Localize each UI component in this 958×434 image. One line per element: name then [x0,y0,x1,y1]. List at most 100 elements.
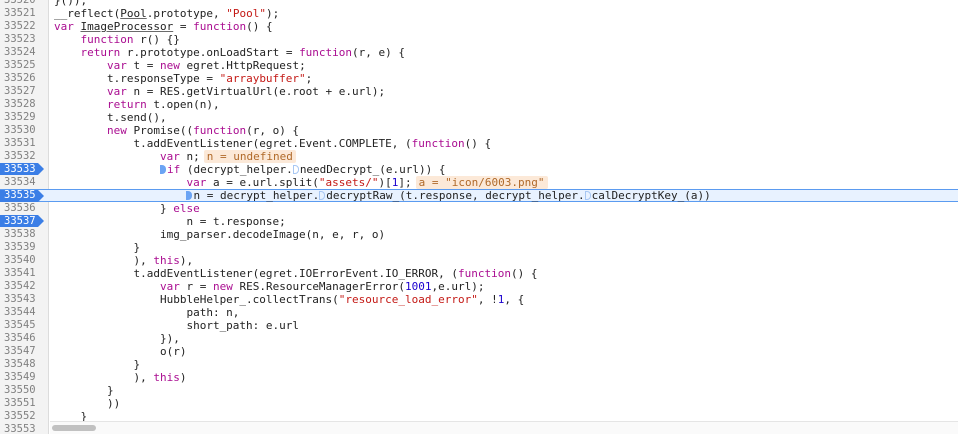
line-number[interactable]: 33550 [0,384,48,397]
code-text: n = decrypt_helper. decryptRaw_(t.respons… [54,190,711,201]
code-token: ), [54,371,154,384]
code-line: 33545 short_path: e.url [0,319,958,332]
line-number[interactable]: 33524 [0,46,48,59]
code-text: t.responseType = "arraybuffer"; [54,72,312,85]
code-token: )) [54,397,121,410]
line-number[interactable]: 33531 [0,137,48,150]
line-number[interactable]: 33539 [0,241,48,254]
line-number[interactable]: 33529 [0,111,48,124]
code-line: 33520}()); [0,0,958,7]
code-token: ImageProcessor [80,20,174,33]
code-text: var n; n = undefined [54,150,296,163]
line-number[interactable]: 33528 [0,98,48,111]
code-token: path: n, [54,306,240,319]
line-number[interactable]: 33548 [0,358,48,371]
code-token: ) [179,371,187,384]
code-token: "assets/" [318,176,379,189]
code-token: var [106,59,127,72]
code-line: 33547 o(r) [0,345,958,358]
code-line: 33534 var a = e.url.split("assets/")[1];… [0,176,958,189]
line-number[interactable]: 33544 [0,306,48,319]
line-number[interactable]: 33523 [0,33,48,46]
code-line: 33531 t.addEventListener(egret.Event.COM… [0,137,958,150]
code-token: if [166,163,181,176]
code-text: img_parser.decodeImage(n, e, r, o) [54,228,385,241]
line-number[interactable]: 33545 [0,319,48,332]
code-token: r = [179,280,213,293]
code-line: 33524 return r.prototype.onLoadStart = f… [0,46,958,59]
code-text: short_path: e.url [54,319,299,332]
code-token: Promise(( [126,124,194,137]
code-token: egret.HttpRequest; [179,59,306,72]
line-number[interactable]: 33526 [0,72,48,85]
code-token: ; [305,72,313,85]
code-editor[interactable]: 33520}()); 33521 __reflect(Pool.prototype,… [0,0,958,434]
line-number[interactable]: 33551 [0,397,48,410]
code-line: 33546 }), [0,332,958,345]
line-number[interactable]: 33552 [0,410,48,423]
code-token: return [80,46,121,59]
horizontal-scrollbar[interactable] [50,421,958,434]
line-number[interactable]: 33549 [0,371,48,384]
line-number[interactable]: 33535 [0,190,48,201]
code-line: 33529 t.send(), [0,111,958,124]
code-token: , { [504,293,525,306]
line-number[interactable]: 33553 [0,423,48,434]
code-token: } [54,358,141,371]
line-number[interactable]: 33533 [0,163,48,176]
code-token: "resource_load_error" [338,293,478,306]
code-token: t.responseType = [54,72,220,85]
line-number[interactable]: 33542 [0,280,48,293]
code-token: n = t.response; [54,215,286,228]
line-number[interactable]: 33538 [0,228,48,241]
code-text: }), [54,332,180,345]
inline-breakpoint-icon[interactable] [584,191,591,200]
code-text: )) [54,397,120,410]
code-token: new [106,124,127,137]
line-number[interactable]: 33540 [0,254,48,267]
code-text: var ImageProcessor = function() { [54,20,273,33]
code-text: var n = RES.getVirtualUrl(e.root + e.url… [54,85,385,98]
code-token: t = [126,59,160,72]
inline-breakpoint-icon[interactable] [292,165,299,174]
line-number[interactable]: 33547 [0,345,48,358]
code-token: 1001 [405,280,432,293]
inline-breakpoint-icon[interactable] [159,165,166,174]
line-number[interactable]: 33521 [0,7,48,20]
line-number[interactable]: 33541 [0,267,48,280]
code-token: () { [510,267,538,280]
line-number[interactable]: 33536 [0,202,48,215]
code-token: n; [179,150,200,163]
scrollbar-thumb[interactable] [52,425,96,431]
code-token: img_parser.decodeImage(n, e, r, o) [54,228,386,241]
code-line: 33537 n = t.response; [0,215,958,228]
line-number[interactable]: 33525 [0,59,48,72]
code-token: HubbleHelper_.collectTrans( [54,293,339,306]
line-number[interactable]: 33520 [0,0,48,7]
code-token: decryptRaw_(t.response, decrypt_helper. [326,189,585,202]
code-token: this [153,371,180,384]
inline-breakpoint-icon[interactable] [186,191,193,200]
line-number[interactable]: 33530 [0,124,48,137]
line-number[interactable]: 33522 [0,20,48,33]
line-number[interactable]: 33534 [0,176,48,189]
code-line: 33540 ), this), [0,254,958,267]
line-number[interactable]: 33543 [0,293,48,306]
line-number[interactable]: 33537 [0,215,48,228]
code-token: = [173,20,194,33]
code-token: short_path: e.url [54,319,300,332]
line-number[interactable]: 33532 [0,150,48,163]
code-token: t.addEventListener(egret.IOErrorEvent.IO… [54,267,458,280]
line-number[interactable]: 33546 [0,332,48,345]
code-text: path: n, [54,306,239,319]
code-token: var [106,85,127,98]
inline-variable-value: a = "icon/6003.png" [415,176,548,189]
code-text: HubbleHelper_.collectTrans("resource_loa… [54,293,524,306]
line-number[interactable]: 33527 [0,85,48,98]
inline-breakpoint-icon[interactable] [319,191,326,200]
code-token: } [54,202,174,215]
code-text: if (decrypt_helper. needDecrypt_(e.url)) … [54,163,446,176]
code-text: } [54,241,140,254]
